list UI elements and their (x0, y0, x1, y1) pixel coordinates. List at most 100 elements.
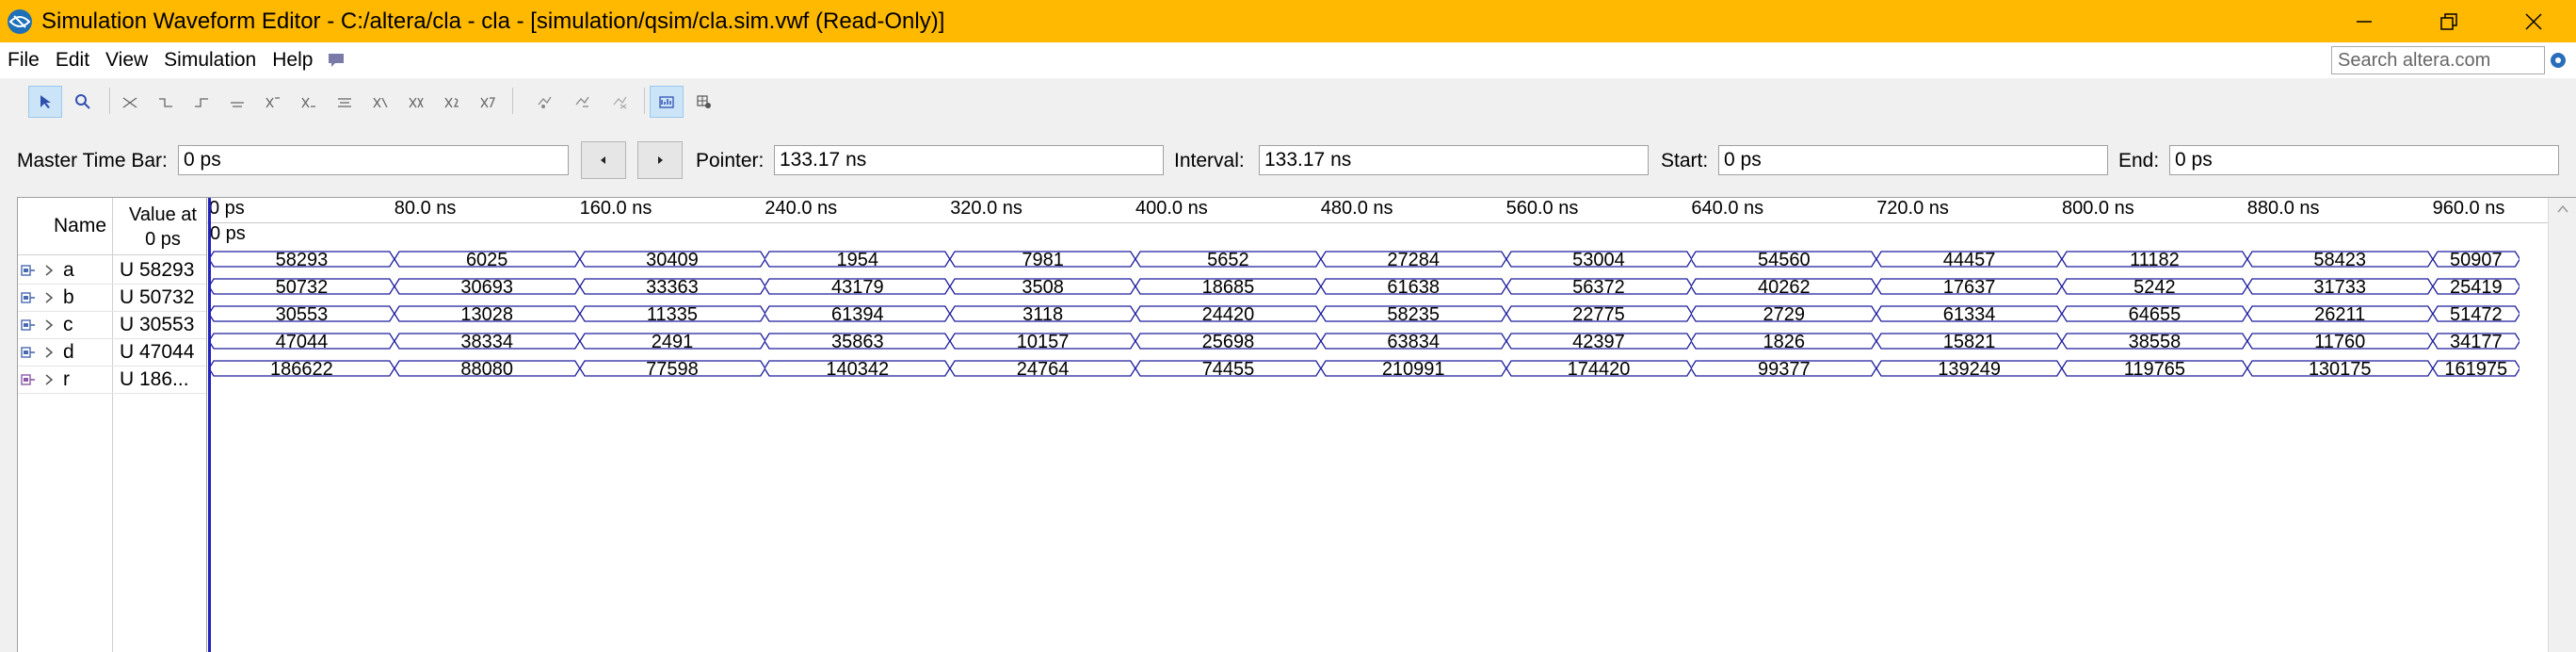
close-button[interactable] (2491, 0, 2576, 42)
master-time-bar-field[interactable]: 0 ps (178, 145, 569, 175)
bus-segment-a[interactable]: 54560 (1691, 250, 1877, 270)
expand-chevron-icon[interactable] (43, 264, 55, 277)
run-timing-simulation-button[interactable] (603, 86, 636, 118)
forcing-unknown-button[interactable] (113, 86, 147, 118)
bus-segment-r[interactable]: 24764 (950, 359, 1135, 380)
signal-row-c[interactable]: c U 30553 (18, 311, 206, 339)
bus-segment-a[interactable]: 11182 (2062, 250, 2247, 270)
pointer-field[interactable]: 133.17 ns (774, 145, 1164, 175)
bus-segment-c[interactable]: 11335 (579, 304, 765, 325)
bus-segment-a[interactable]: 7981 (950, 250, 1135, 270)
scroll-up-arrow-icon[interactable] (2549, 198, 2576, 220)
bus-segment-c[interactable]: 13028 (394, 304, 580, 325)
bus-segment-r[interactable]: 77598 (579, 359, 765, 380)
expand-chevron-icon[interactable] (43, 373, 55, 386)
bus-segment-c[interactable]: 26211 (2246, 304, 2433, 325)
name-column-header[interactable]: Name (54, 215, 106, 237)
bus-segment-d[interactable]: 1826 (1691, 332, 1877, 352)
bus-segment-c[interactable]: 30553 (209, 304, 394, 325)
interval-field[interactable]: 133.17 ns (1259, 145, 1649, 175)
waveform-view-button[interactable] (650, 86, 684, 118)
bus-segment-d[interactable]: 35863 (765, 332, 951, 352)
search-globe-icon[interactable] (2550, 52, 2567, 69)
weak-unknown-button[interactable] (256, 86, 290, 118)
bus-segment-b[interactable]: 17637 (1876, 277, 2062, 298)
bus-segment-r[interactable]: 161975 (2432, 359, 2520, 380)
value-column-header[interactable]: Value at 0 ps (120, 203, 206, 252)
bus-segment-r[interactable]: 74455 (1135, 359, 1321, 380)
bus-segment-c[interactable]: 61394 (765, 304, 951, 325)
bus-segment-a[interactable]: 5652 (1135, 250, 1321, 270)
bus-segment-r[interactable]: 99377 (1691, 359, 1877, 380)
bus-segment-a[interactable]: 53004 (1505, 250, 1692, 270)
bus-segment-d[interactable]: 38334 (394, 332, 580, 352)
previous-transition-button[interactable] (581, 141, 626, 179)
bus-segment-d[interactable]: 34177 (2432, 332, 2520, 352)
expand-chevron-icon[interactable] (43, 346, 55, 359)
restore-button[interactable] (2407, 0, 2491, 42)
bus-segment-b[interactable]: 50732 (209, 277, 394, 298)
bus-segment-r[interactable]: 210991 (1320, 359, 1506, 380)
bus-segment-d[interactable]: 25698 (1135, 332, 1321, 352)
count-value-button[interactable] (399, 86, 433, 118)
expand-chevron-icon[interactable] (43, 291, 55, 304)
weak-low-button[interactable] (292, 86, 326, 118)
bus-segment-d[interactable]: 47044 (209, 332, 394, 352)
bus-segment-r[interactable]: 174420 (1505, 359, 1692, 380)
high-impedance-button[interactable] (220, 86, 254, 118)
random-value-button[interactable] (527, 86, 561, 118)
menu-file[interactable]: File (0, 49, 47, 72)
bus-segment-a[interactable]: 27284 (1320, 250, 1506, 270)
invert-button[interactable] (363, 86, 397, 118)
signal-row-b[interactable]: b U 50732 (18, 284, 206, 312)
bus-segment-a[interactable]: 6025 (394, 250, 580, 270)
help-chat-icon[interactable] (326, 50, 346, 71)
bus-segment-d[interactable]: 2491 (579, 332, 765, 352)
selection-tool-button[interactable] (28, 86, 62, 118)
grid-settings-button[interactable] (687, 86, 721, 118)
search-input[interactable]: Search altera.com (2331, 46, 2545, 74)
bus-segment-c[interactable]: 58235 (1320, 304, 1506, 325)
clock-button[interactable] (435, 86, 469, 118)
bus-segment-r[interactable]: 186622 (209, 359, 394, 380)
bus-segment-b[interactable]: 31733 (2246, 277, 2433, 298)
time-ruler[interactable]: 0 ps 80.0 ns 160.0 ns 240.0 ns 320.0 ns 400.0… (207, 198, 2548, 223)
bus-segment-b[interactable]: 3508 (950, 277, 1135, 298)
arbitrary-value-button[interactable] (471, 86, 505, 118)
bus-segment-a[interactable]: 30409 (579, 250, 765, 270)
bus-segment-b[interactable]: 30693 (394, 277, 580, 298)
bus-segment-c[interactable]: 22775 (1505, 304, 1692, 325)
bus-segment-r[interactable]: 88080 (394, 359, 580, 380)
menu-edit[interactable]: Edit (47, 49, 97, 72)
bus-segment-r[interactable]: 119765 (2062, 359, 2247, 380)
start-field[interactable]: 0 ps (1718, 145, 2108, 175)
zoom-tool-button[interactable] (66, 86, 100, 118)
bus-segment-b[interactable]: 43179 (765, 277, 951, 298)
next-transition-button[interactable] (637, 141, 683, 179)
bus-segment-b[interactable]: 5242 (2062, 277, 2247, 298)
bus-segment-r[interactable]: 140342 (765, 359, 951, 380)
bus-segment-d[interactable]: 38558 (2062, 332, 2247, 352)
bus-segment-d[interactable]: 11760 (2246, 332, 2433, 352)
bus-segment-b[interactable]: 33363 (579, 277, 765, 298)
bus-segment-r[interactable]: 130175 (2246, 359, 2433, 380)
signal-row-r[interactable]: r U 186... (18, 366, 206, 394)
weak-high-button[interactable] (328, 86, 362, 118)
signal-row-a[interactable]: a U 58293 (18, 256, 206, 285)
bus-segment-a[interactable]: 1954 (765, 250, 951, 270)
bus-segment-b[interactable]: 61638 (1320, 277, 1506, 298)
bus-segment-d[interactable]: 15821 (1876, 332, 2062, 352)
bus-segment-c[interactable]: 2729 (1691, 304, 1877, 325)
menu-help[interactable]: Help (264, 49, 320, 72)
expand-chevron-icon[interactable] (43, 318, 55, 332)
forcing-low-button[interactable] (149, 86, 183, 118)
vertical-scrollbar[interactable] (2548, 198, 2576, 652)
bus-segment-c[interactable]: 51472 (2432, 304, 2520, 325)
bus-segment-c[interactable]: 64655 (2062, 304, 2247, 325)
bus-segment-c[interactable]: 24420 (1135, 304, 1321, 325)
minimize-button[interactable] (2322, 0, 2407, 42)
end-field[interactable]: 0 ps (2169, 145, 2559, 175)
master-time-cursor[interactable] (208, 198, 211, 652)
bus-segment-a[interactable]: 58423 (2246, 250, 2433, 270)
bus-segment-c[interactable]: 3118 (950, 304, 1135, 325)
